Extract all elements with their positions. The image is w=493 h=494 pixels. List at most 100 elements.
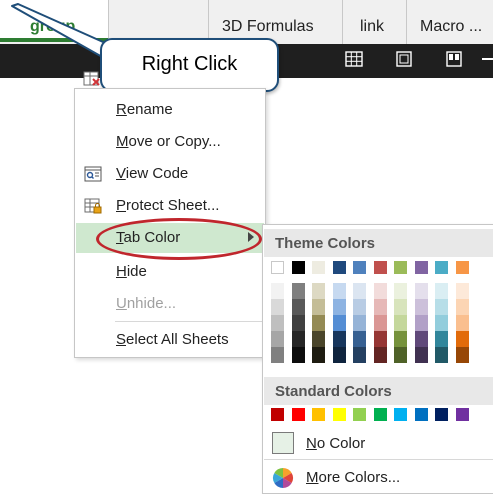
theme-shade-swatch[interactable] [455,283,469,299]
theme-shade-swatch[interactable] [435,315,448,331]
color-wheel-icon [272,467,294,489]
menu-item-label: Move or Copy... [116,133,221,150]
sheet-tab-macro[interactable]: Macro ... [406,0,493,44]
theme-shade-swatch[interactable] [271,315,284,331]
view-code-icon [84,166,102,182]
theme-shade-swatch[interactable] [414,315,428,331]
theme-shade-swatch[interactable] [394,315,407,331]
right-click-callout: Right Click [100,38,279,92]
standard-color-swatch[interactable] [271,408,284,421]
standard-color-swatch[interactable] [291,408,305,421]
theme-shade-swatch[interactable] [394,331,407,347]
theme-shade-swatch[interactable] [435,331,448,347]
theme-shade-swatch[interactable] [332,331,346,347]
theme-color-swatch[interactable] [353,261,366,274]
theme-shade-swatch[interactable] [435,283,448,299]
theme-shade-swatch[interactable] [271,299,284,315]
theme-shade-swatch[interactable] [332,315,346,331]
protect-sheet-icon [84,198,102,214]
theme-shade-swatch[interactable] [455,299,469,315]
theme-shade-swatch[interactable] [435,299,448,315]
theme-shade-swatch[interactable] [353,299,366,315]
theme-shade-swatch[interactable] [291,283,305,299]
standard-color-swatch[interactable] [312,408,325,421]
theme-shade-column [455,283,469,363]
theme-shade-column [414,283,428,363]
sheet-tab-link[interactable]: link [342,0,407,44]
theme-shade-swatch[interactable] [414,347,428,363]
menu-item-unhide: Unhide... [76,289,264,319]
theme-color-swatch[interactable] [332,261,346,274]
theme-shade-swatch[interactable] [353,283,366,299]
theme-shade-swatch[interactable] [435,347,448,363]
theme-color-swatch[interactable] [394,261,407,274]
menu-item-rename[interactable]: Rename [76,95,264,125]
more-colors-item[interactable]: More Colors... [264,463,493,493]
theme-shade-swatch[interactable] [291,347,305,363]
menu-item-select-all-sheets[interactable]: Select All Sheets [76,325,264,355]
theme-color-swatch[interactable] [271,261,284,274]
menu-item-hide[interactable]: Hide [76,257,264,287]
theme-color-swatch[interactable] [435,261,448,274]
theme-shade-swatch[interactable] [271,347,284,363]
theme-shade-swatch[interactable] [291,331,305,347]
theme-shade-swatch[interactable] [455,347,469,363]
theme-shade-swatch[interactable] [455,331,469,347]
menu-item-protect-sheet[interactable]: Protect Sheet... [76,191,264,221]
theme-color-swatch[interactable] [312,261,325,274]
theme-color-swatch[interactable] [373,261,387,274]
menu-item-view-code[interactable]: View Code [76,159,264,189]
standard-color-swatch[interactable] [414,408,428,421]
theme-shade-swatch[interactable] [353,315,366,331]
theme-shade-swatch[interactable] [394,299,407,315]
theme-color-swatch[interactable] [455,261,469,274]
theme-shade-swatch[interactable] [353,347,366,363]
theme-shade-swatch[interactable] [312,331,325,347]
theme-shade-swatch[interactable] [353,331,366,347]
theme-shade-swatch[interactable] [373,299,387,315]
sheet-tab-label: 3D Formulas [222,18,314,35]
page-layout-view-icon[interactable] [393,51,415,71]
more-colors-label: More Colors... [306,469,401,486]
theme-shade-swatch[interactable] [312,315,325,331]
theme-shade-swatch[interactable] [455,315,469,331]
standard-color-swatch[interactable] [455,408,469,421]
theme-shade-swatch[interactable] [332,299,346,315]
theme-shade-swatch[interactable] [394,347,407,363]
theme-shade-swatch[interactable] [394,283,407,299]
theme-shade-swatch[interactable] [414,299,428,315]
menu-item-move-or-copy[interactable]: Move or Copy... [76,127,264,157]
menu-separator [115,321,263,322]
theme-shade-column [435,283,448,363]
theme-shade-swatch[interactable] [373,315,387,331]
delete-sheet-icon[interactable] [83,71,101,87]
theme-shade-swatch[interactable] [291,299,305,315]
theme-shade-swatch[interactable] [312,299,325,315]
theme-shade-swatch[interactable] [312,347,325,363]
theme-color-swatch[interactable] [414,261,428,274]
theme-shade-swatch[interactable] [373,347,387,363]
menu-item-label: Rename [116,101,173,118]
zoom-out-icon[interactable] [478,51,493,71]
no-color-item[interactable]: No Color [264,429,493,459]
page-break-view-icon[interactable] [443,51,465,71]
theme-shade-swatch[interactable] [332,283,346,299]
theme-shade-swatch[interactable] [414,331,428,347]
normal-view-icon[interactable] [343,51,365,71]
theme-shade-swatch[interactable] [414,283,428,299]
standard-color-swatch[interactable] [394,408,407,421]
standard-color-swatch[interactable] [353,408,366,421]
theme-shade-swatch[interactable] [373,283,387,299]
theme-shade-swatch[interactable] [373,331,387,347]
theme-shade-swatch[interactable] [291,315,305,331]
theme-color-swatch[interactable] [291,261,305,274]
tab-color-highlight-ellipse [96,218,262,260]
callout-text: Right Click [141,53,238,75]
theme-shade-swatch[interactable] [312,283,325,299]
theme-shade-swatch[interactable] [271,283,284,299]
theme-shade-swatch[interactable] [271,331,284,347]
standard-color-swatch[interactable] [373,408,387,421]
theme-shade-swatch[interactable] [332,347,346,363]
standard-color-swatch[interactable] [332,408,346,421]
standard-color-swatch[interactable] [435,408,448,421]
